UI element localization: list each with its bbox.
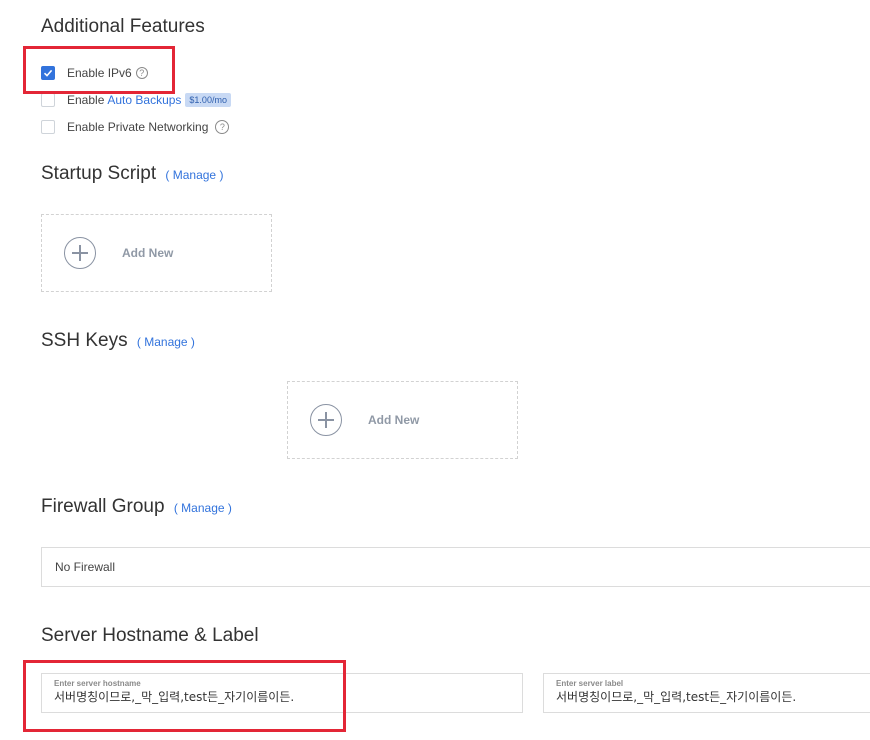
manage-close-paren: ): [187, 335, 195, 349]
ssh-keys-add-new-card[interactable]: Add New: [287, 381, 518, 459]
manage-close-paren: ): [216, 168, 224, 182]
startup-script-title-text: Startup Script: [41, 163, 157, 184]
ssh-keys-title-text: SSH Keys: [41, 330, 128, 351]
auto-backups-price-badge: $1.00/mo: [185, 93, 231, 107]
startup-script-manage-link[interactable]: ( Manage ): [165, 168, 223, 182]
plus-circle-icon: [310, 404, 342, 436]
ipv6-highlight-box: [23, 46, 175, 94]
manage-close-paren: ): [224, 501, 232, 515]
server-label-field[interactable]: Enter server label: [543, 673, 870, 713]
startup-script-add-new-label: Add New: [122, 246, 174, 260]
firewall-group-title-text: Firewall Group: [41, 496, 165, 517]
ssh-keys-title: SSH Keys ( Manage ): [41, 330, 195, 352]
manage-label: Manage: [144, 335, 188, 349]
startup-script-add-new-card[interactable]: Add New: [41, 214, 272, 292]
private-networking-help-icon[interactable]: ?: [215, 120, 230, 134]
manage-open-paren: (: [165, 168, 173, 182]
manage-label: Manage: [181, 501, 225, 515]
private-networking-label: Enable Private Networking: [67, 120, 209, 134]
plus-circle-icon: [64, 237, 96, 269]
manage-label: Manage: [172, 168, 217, 182]
additional-features-title: Additional Features: [41, 16, 205, 37]
firewall-group-select[interactable]: No Firewall: [41, 547, 870, 587]
private-networking-checkbox[interactable]: [41, 120, 55, 134]
auto-backups-checkbox[interactable]: [41, 93, 55, 107]
firewall-group-selected-value: No Firewall: [55, 560, 116, 574]
server-label-input[interactable]: [556, 689, 858, 704]
server-hostname-label-title: Server Hostname & Label: [41, 625, 259, 646]
ssh-keys-add-new-label: Add New: [368, 413, 420, 427]
enable-private-networking-option[interactable]: Enable Private Networking ?: [41, 120, 230, 134]
hostname-highlight-box: [23, 660, 346, 732]
ssh-keys-manage-link[interactable]: ( Manage ): [137, 335, 195, 349]
firewall-group-manage-link[interactable]: ( Manage ): [174, 501, 232, 515]
server-label-field-label: Enter server label: [556, 679, 624, 688]
enable-auto-backups-option[interactable]: Enable Auto Backups $1.00/mo: [41, 93, 231, 107]
auto-backups-label-prefix: Enable: [67, 93, 105, 107]
auto-backups-link[interactable]: Auto Backups: [107, 93, 181, 107]
firewall-group-title: Firewall Group ( Manage ): [41, 496, 232, 518]
startup-script-title: Startup Script ( Manage ): [41, 163, 223, 185]
